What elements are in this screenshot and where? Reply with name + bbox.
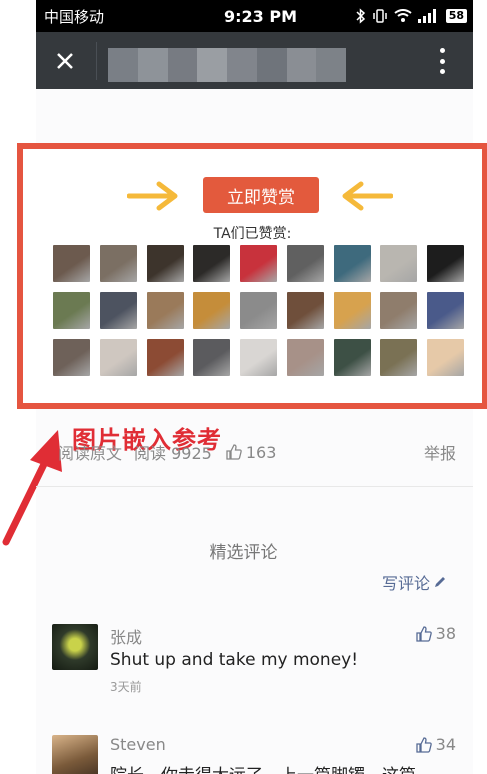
write-comment-label: 写评论 (382, 574, 431, 593)
avatar[interactable] (380, 339, 418, 376)
write-comment-button[interactable]: 写评论 (382, 570, 447, 594)
avatar[interactable] (146, 292, 184, 329)
comment-like-count: 38 (435, 624, 456, 643)
avatar[interactable] (240, 292, 277, 329)
close-button[interactable] (50, 46, 80, 76)
status-icons: 58 (356, 8, 467, 24)
avatar[interactable] (286, 245, 324, 282)
report-link[interactable]: 举报 (424, 440, 456, 464)
battery-icon: 58 (445, 9, 467, 23)
avatar[interactable] (333, 245, 371, 282)
reward-frame: 立即赞赏 TA们已赞赏: (17, 143, 487, 409)
like-count: 163 (245, 442, 277, 462)
comments-heading: 精选评论 (209, 543, 278, 563)
avatar[interactable] (146, 245, 184, 282)
article-meta-row: 阅读原文 阅读 9925 163 举报 (58, 440, 456, 464)
avatar[interactable] (53, 292, 90, 329)
read-count: 阅读 9925 (134, 444, 212, 463)
rewarded-label: TA们已赞赏: (213, 226, 292, 242)
signal-icon (417, 9, 440, 23)
thumbs-up-icon (226, 444, 242, 460)
title-separator (96, 42, 97, 80)
status-bar: 中国移动 9:23 PM 58 (36, 0, 473, 32)
comment-author: 张成 (110, 628, 143, 647)
more-vertical-icon (439, 48, 445, 53)
comment-text: 院长，你走得太远了，上一篇脚镯，这篇 (110, 761, 416, 774)
avatar[interactable] (99, 339, 137, 376)
close-icon (57, 53, 73, 69)
avatar[interactable] (333, 292, 371, 329)
comment-item: Steven 34 院长，你走得太远了，上一篇脚镯，这篇 (52, 735, 456, 774)
reward-button[interactable]: 立即赞赏 (203, 177, 319, 213)
avatar[interactable] (286, 292, 324, 329)
title-bar (36, 32, 473, 89)
avatar[interactable] (53, 339, 90, 376)
comment-item: 张成 38 Shut up and take my money! 3天前 (52, 624, 456, 704)
wifi-icon (394, 9, 412, 23)
vibrate-icon (372, 8, 388, 24)
menu-dot (439, 69, 445, 74)
like-button[interactable]: 163 (226, 442, 277, 462)
avatar[interactable] (286, 339, 324, 376)
avatar[interactable] (333, 339, 371, 376)
comment-like-count: 34 (435, 735, 456, 754)
avatar[interactable] (99, 292, 137, 329)
more-menu-button[interactable] (435, 46, 449, 76)
avatar[interactable] (240, 339, 277, 376)
clock: 9:23 PM (224, 6, 298, 26)
arrow-left-icon (342, 181, 393, 211)
read-original-link[interactable]: 阅读原文 (58, 440, 122, 464)
avatar[interactable] (193, 245, 231, 282)
bluetooth-icon (356, 8, 366, 24)
thumbs-up-icon (415, 736, 432, 753)
avatar[interactable] (427, 339, 464, 376)
avatar[interactable] (52, 735, 98, 774)
avatar[interactable] (380, 292, 418, 329)
arrow-right-icon (127, 181, 178, 211)
carrier-label: 中国移动 (44, 7, 105, 26)
avatar[interactable] (53, 245, 90, 282)
menu-dot (439, 58, 445, 64)
avatar[interactable] (193, 339, 231, 376)
avatar[interactable] (193, 292, 231, 329)
avatar[interactable] (240, 245, 277, 282)
avatar[interactable] (99, 245, 137, 282)
avatar[interactable] (427, 292, 464, 329)
comment-text: Shut up and take my money! (110, 650, 359, 670)
page-title-blurred (108, 48, 346, 82)
pencil-icon (435, 577, 446, 587)
comment-like-button[interactable]: 34 (415, 735, 456, 754)
comment-like-button[interactable]: 38 (415, 624, 456, 643)
thumbs-up-icon (415, 625, 432, 642)
rewarder-avatar-grid (53, 245, 464, 376)
avatar[interactable] (380, 245, 418, 282)
comment-time: 3天前 (110, 680, 142, 694)
avatar[interactable] (427, 245, 464, 282)
comment-author: Steven (110, 735, 166, 754)
avatar[interactable] (52, 624, 98, 670)
section-divider (36, 486, 473, 487)
avatar[interactable] (146, 339, 184, 376)
